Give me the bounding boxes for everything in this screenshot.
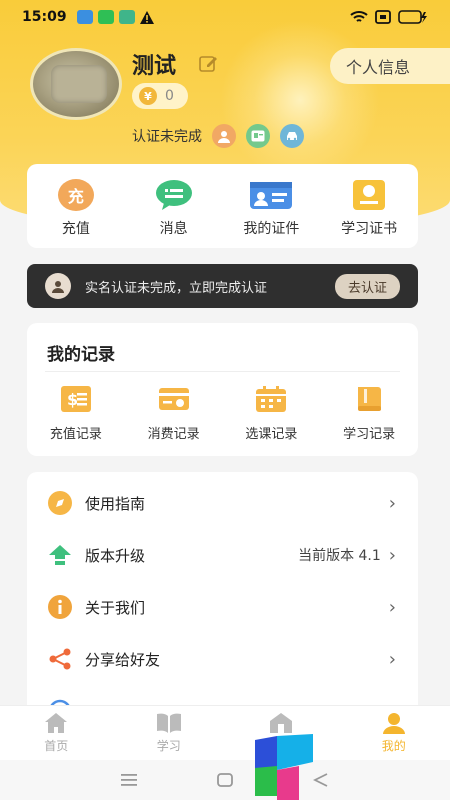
app-notification-icon <box>118 10 135 24</box>
info-icon <box>47 594 73 620</box>
username: 测试 <box>132 54 177 79</box>
app-notification-icon <box>76 10 93 24</box>
message-label: 消息 <box>159 220 188 237</box>
tab-label: 学习 <box>156 739 181 753</box>
quick-actions: 充 充值 消息 我的证件 学习证书 <box>27 164 418 248</box>
status-time: 15:09 <box>22 9 67 25</box>
recharge-label: 充值 <box>61 220 90 237</box>
sim-icon <box>375 10 391 24</box>
course-record-icon <box>256 386 287 412</box>
study-record-label: 学习记录 <box>343 427 396 442</box>
person-verify-icon <box>212 124 236 148</box>
home-nav-icon[interactable] <box>217 773 233 787</box>
chevron-right-icon: › <box>388 544 396 566</box>
back-icon[interactable] <box>313 773 329 787</box>
user-icon <box>45 273 71 299</box>
divider <box>45 371 400 372</box>
status-bar: 15:09 <box>0 0 450 34</box>
wifi-icon <box>350 11 368 22</box>
menu-about[interactable]: 关于我们 › <box>27 581 418 633</box>
menu-label: 使用指南 <box>85 494 146 513</box>
recharge-button[interactable]: 充 充值 <box>31 178 121 238</box>
course-record-label: 选课记录 <box>245 427 298 442</box>
study-record-button[interactable]: 学习记录 <box>324 385 414 442</box>
app-logo <box>255 734 313 800</box>
my-id-button[interactable]: 我的证件 <box>226 179 316 238</box>
upgrade-icon <box>47 542 73 568</box>
menu-label: 关于我们 <box>85 598 146 617</box>
tab-mine[interactable]: 我的 <box>338 706 450 760</box>
study-record-icon <box>358 387 382 411</box>
version-text: 当前版本 4.1 <box>298 548 381 564</box>
verify-text: 认证未完成 <box>132 129 202 145</box>
app-notification-icon <box>97 10 114 24</box>
banner-text: 实名认证未完成，立即完成认证 <box>85 280 268 296</box>
go-verify-button[interactable]: 去认证 <box>334 273 400 299</box>
verification-banner: 实名认证未完成，立即完成认证 去认证 <box>27 264 418 308</box>
id-card-icon <box>250 181 293 209</box>
message-icon <box>155 179 192 210</box>
svg-text:$: $ <box>67 390 78 409</box>
tab-bar: 首页 学习 我的 <box>0 706 450 760</box>
my-id-label: 我的证件 <box>243 220 300 237</box>
idcard-verify-icon <box>246 124 270 148</box>
book-icon <box>156 713 181 733</box>
settings-menu: 使用指南 › 版本升级 当前版本 4.1 › 关于我们 › 分享给好友 › <box>27 472 418 732</box>
home-icon <box>45 713 68 733</box>
tab-home[interactable]: 首页 <box>0 706 113 760</box>
menu-upgrade[interactable]: 版本升级 当前版本 4.1 › <box>27 529 418 581</box>
edit-icon[interactable] <box>198 54 218 74</box>
certificate-label: 学习证书 <box>341 220 398 237</box>
tab-study[interactable]: 学习 <box>113 706 226 760</box>
avatar[interactable] <box>30 48 122 120</box>
car-verify-icon <box>280 124 304 148</box>
consume-record-button[interactable]: 消费记录 <box>129 385 219 442</box>
tab-label: 首页 <box>44 739 69 753</box>
menu-label: 分享给好友 <box>85 650 161 669</box>
warning-icon <box>139 10 154 24</box>
certificate-icon <box>353 179 386 210</box>
menu-label: 版本升级 <box>85 546 146 565</box>
records-title: 我的记录 <box>47 345 115 365</box>
user-icon <box>382 713 405 734</box>
menu-guide[interactable]: 使用指南 › <box>27 477 418 529</box>
battery-icon <box>398 10 427 24</box>
records-section: 我的记录 $ 充值记录 消费记录 选课记录 学习记录 <box>27 323 418 456</box>
menu-share[interactable]: 分享给好友 › <box>27 633 418 685</box>
recharge-record-icon: $ <box>60 386 91 412</box>
tab-label: 我的 <box>381 739 406 753</box>
consume-record-label: 消费记录 <box>147 427 200 442</box>
house-icon <box>270 713 293 733</box>
coin-count: 0 <box>165 88 174 104</box>
menu-icon[interactable] <box>121 774 137 786</box>
recharge-record-label: 充值记录 <box>49 427 102 442</box>
verification-status: 认证未完成 <box>132 124 304 148</box>
compass-icon <box>47 490 73 516</box>
chevron-right-icon: › <box>388 648 396 670</box>
course-record-button[interactable]: 选课记录 <box>226 385 316 442</box>
profile-info-button[interactable]: 个人信息 <box>330 48 450 84</box>
share-icon <box>47 646 73 672</box>
recharge-icon: 充 <box>57 178 94 211</box>
chevron-right-icon: › <box>388 596 396 618</box>
system-nav-bar <box>0 760 450 800</box>
consume-record-icon <box>158 388 189 410</box>
message-button[interactable]: 消息 <box>129 179 219 238</box>
coin-balance: ¥ 0 <box>132 83 188 109</box>
recharge-record-button[interactable]: $ 充值记录 <box>31 385 121 442</box>
coin-icon: ¥ <box>139 87 157 105</box>
certificate-button[interactable]: 学习证书 <box>324 179 414 238</box>
chevron-right-icon: › <box>388 492 396 514</box>
header-glow <box>220 20 380 180</box>
